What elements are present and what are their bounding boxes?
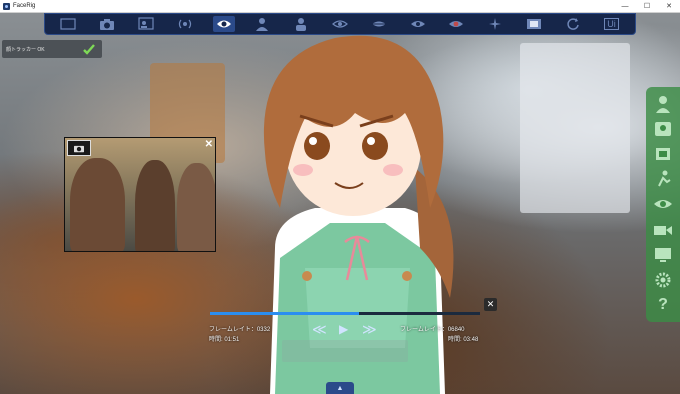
eye-pointer-icon [216, 20, 231, 28]
player-close-button[interactable]: ✕ [484, 298, 497, 311]
sidebar-settings-button[interactable] [651, 270, 675, 290]
avatar-eye-right [362, 132, 388, 160]
avatar-blush-right [383, 164, 403, 176]
monitor-icon [655, 247, 671, 262]
playback-progress-bar[interactable] [210, 312, 480, 315]
eye-icon [654, 200, 672, 209]
ui-icon: Ui [604, 18, 619, 30]
app-icon [3, 2, 10, 10]
right-sidebar: ? [646, 87, 680, 322]
avatar-eye-left [304, 132, 330, 160]
sidebar-props-button[interactable] [651, 144, 675, 164]
maximize-button[interactable]: ☐ [636, 0, 658, 12]
person-left [70, 158, 125, 251]
player-panel-background [282, 340, 408, 362]
camera-button[interactable] [96, 16, 118, 32]
sparkle-button[interactable] [484, 16, 506, 32]
screen-icon [138, 17, 154, 30]
avatar-eye-right-highlight [367, 137, 375, 145]
sidebar-background-button[interactable] [651, 119, 675, 139]
rewind-button[interactable]: ≪ [312, 322, 327, 336]
camera-icon [100, 19, 115, 30]
person-screen-icon [655, 121, 671, 136]
window-controls: — ☐ ✕ [614, 0, 680, 12]
person-right [177, 163, 215, 251]
film-icon [526, 19, 541, 29]
time-left-text: 時間: 01:51 [209, 337, 240, 343]
fullscreen-icon [60, 18, 76, 30]
time-right-text: 時間: 03:48 [448, 337, 479, 343]
window-title: FaceRig [13, 3, 36, 9]
eye-pointer-button[interactable] [212, 16, 235, 32]
framerate-left-text: フレームレイト：0332 [209, 327, 271, 333]
props-icon [656, 148, 670, 161]
webcam-close-button[interactable]: ✕ [205, 139, 213, 150]
ui-button[interactable]: Ui [601, 16, 623, 32]
chevron-up-icon: ▲ [336, 384, 344, 392]
refresh-button[interactable] [562, 16, 584, 32]
broadcast-icon [178, 19, 191, 29]
play-button[interactable]: ▶ [339, 322, 348, 336]
sidebar-help-button[interactable]: ? [651, 295, 675, 315]
tracker-ok-icon [83, 44, 95, 55]
sidebar-avatar-button[interactable] [651, 94, 675, 114]
sidebar-record-button[interactable] [651, 220, 675, 240]
close-button[interactable]: ✕ [658, 0, 680, 12]
film-button[interactable] [523, 16, 545, 32]
sidebar-animation-button[interactable] [651, 169, 675, 189]
fullscreen-button[interactable] [57, 16, 79, 32]
background-window [520, 43, 630, 213]
refresh-icon [567, 18, 579, 30]
avatar-character [263, 35, 454, 394]
avatar-icon [656, 95, 670, 113]
playback-progress-fill [210, 312, 359, 315]
broadcast-button[interactable] [174, 16, 196, 32]
webcam-camera-button[interactable] [67, 140, 91, 156]
running-icon [658, 170, 671, 187]
tracker-status-text: 顔トラッカー OK [6, 46, 45, 53]
tracker-status: 顔トラッカー OK [2, 40, 102, 58]
avatar-eye-left-highlight [309, 137, 317, 145]
question-icon: ? [658, 296, 668, 314]
sidebar-screen-button[interactable] [651, 245, 675, 265]
person-middle [135, 160, 175, 251]
avatar-blush-left [293, 164, 313, 176]
sidebar-eye-button[interactable] [651, 194, 675, 214]
title-bar: FaceRig — ☐ ✕ [0, 0, 680, 13]
sparkle-icon [489, 18, 502, 30]
screen-button[interactable] [135, 16, 157, 32]
avatar-button-left [302, 271, 312, 281]
framerate-right-text: フレームレイト：06840 [400, 327, 465, 333]
bottom-expand-tab[interactable]: ▲ [326, 382, 354, 394]
video-camera-icon [654, 225, 672, 235]
minimize-button[interactable]: — [614, 0, 636, 12]
forward-button[interactable]: ≫ [362, 322, 377, 336]
camera-icon [74, 145, 84, 153]
webcam-preview[interactable]: ✕ [64, 137, 216, 252]
gear-icon [655, 272, 671, 288]
avatar-button-right [402, 271, 412, 281]
